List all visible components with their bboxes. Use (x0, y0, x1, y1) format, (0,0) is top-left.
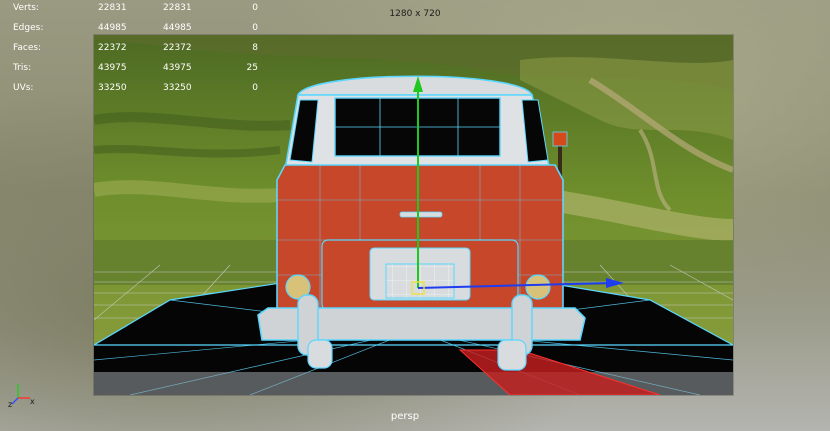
license-plate (385, 263, 455, 299)
hud-label: Tris: (13, 63, 32, 73)
hud-label: UVs: (13, 83, 34, 93)
tail-light-right (525, 274, 551, 300)
hud-label: Verts: (13, 3, 39, 13)
hud-value-total: 43975 (98, 63, 127, 73)
camera-name-label: persp (390, 411, 420, 422)
hud-value-total: 22831 (98, 3, 127, 13)
hud-value-selected: 0 (252, 83, 258, 93)
wheel-right (497, 339, 527, 371)
maya-viewport[interactable]: Verts: 22831 22831 0 Edges: 44985 44985 … (0, 0, 830, 431)
hud-value-selected: 25 (246, 63, 258, 73)
view-axis-gizmo: x z (8, 384, 35, 408)
hud-value-selected: 0 (252, 23, 258, 33)
hud-value-total: 44985 (98, 23, 127, 33)
van-lid-handle (399, 211, 443, 218)
wheel-left (307, 339, 333, 369)
hud-value-selected: 8 (252, 43, 258, 53)
road-sign (552, 131, 568, 147)
hud-label: Faces: (13, 43, 42, 53)
resolution-label: 1280 x 720 (389, 9, 441, 19)
axis-x-label: x (30, 397, 35, 406)
hud-value-selected: 0 (252, 3, 258, 13)
hud-value-total: 22372 (98, 43, 127, 53)
hud-value-total: 33250 (98, 83, 127, 93)
axis-z-label: z (8, 400, 12, 408)
hud-label: Edges: (13, 23, 44, 33)
